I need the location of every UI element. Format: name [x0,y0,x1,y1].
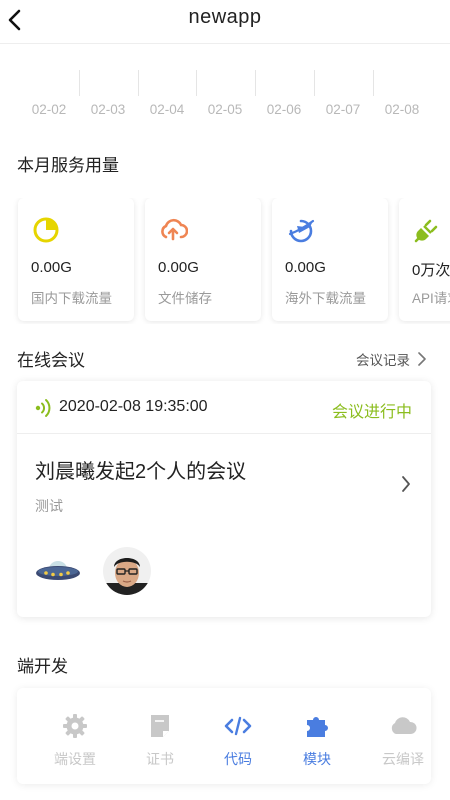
chart-date-label: 02-03 [90,102,126,117]
chevron-right-icon [402,476,410,492]
dev-item-label: 代码 [224,751,252,767]
code-icon [224,716,252,736]
meeting-records-link[interactable]: 会议记录 [356,349,426,369]
meeting-subtitle: 测试 [35,498,63,514]
meeting-time: 2020-02-08 19:35:00 [59,398,208,415]
dev-item-label: 云编译 [382,751,424,767]
usage-label: 海外下载流量 [285,291,366,306]
chart-date-label: 02-04 [149,102,185,117]
chart-date-label: 02-02 [31,102,67,117]
cloud-icon [391,717,417,734]
chart-gridline [255,70,256,96]
cloud-upload-icon [161,218,188,241]
meeting-section-title: 在线会议 [17,351,85,370]
signal-icon [35,399,51,417]
usage-value: 0万次 [412,262,450,279]
ufo-icon [34,547,82,595]
dev-item-label: 端设置 [54,751,96,767]
dev-toolbar: 端设置 证书 代码 模块 云编译 [17,688,431,784]
meeting-title: 刘晨曦发起2个人的会议 [35,461,247,483]
chart-date-label: 02-07 [325,102,361,117]
chart-gridline [79,70,80,96]
usage-card-domestic-download[interactable]: 0.00G 国内下载流量 [18,198,134,321]
plug-icon [414,219,438,243]
chart-date-label: 02-05 [207,102,243,117]
dev-item-certificate[interactable]: 证书 [125,712,195,769]
dev-item-settings[interactable]: 端设置 [40,712,110,769]
person-avatar[interactable] [103,547,151,595]
chart-gridline [138,70,139,96]
dev-item-label: 模块 [303,751,331,767]
chart-gridline [373,70,374,96]
chart-gridline [314,70,315,96]
meeting-status: 会议进行中 [331,404,412,421]
certificate-icon [151,715,169,737]
person-photo [103,547,151,595]
usage-value: 0.00G [285,259,326,276]
globe-plane-icon [288,219,315,243]
ufo-avatar[interactable] [34,547,82,595]
top-bar: newapp [0,0,450,44]
usage-value: 0.00G [31,259,72,276]
pie-chart-icon [33,217,59,243]
usage-label: 国内下载流量 [31,291,112,306]
usage-label: API请求 [412,291,450,306]
page-title: newapp [188,6,262,28]
dev-item-code[interactable]: 代码 [203,712,273,769]
usage-card-file-storage[interactable]: 0.00G 文件储存 [145,198,261,321]
usage-label: 文件储存 [158,291,212,306]
meeting-card: 2020-02-08 19:35:00 会议进行中 刘晨曦发起2个人的会议 测试 [17,381,431,617]
date-chart: 02-02 02-03 02-04 02-05 02-06 02-07 02-0… [0,70,450,122]
dev-item-label: 证书 [146,751,174,767]
chart-gridline [196,70,197,96]
meeting-card-header: 2020-02-08 19:35:00 会议进行中 [17,381,431,434]
dev-item-module[interactable]: 模块 [282,712,352,769]
chart-date-label: 02-08 [384,102,420,117]
usage-card-api-requests[interactable]: 0万次 API请求 [399,198,450,321]
chevron-right-icon [418,352,426,366]
usage-card-overseas-download[interactable]: 0.00G 海外下载流量 [272,198,388,321]
meeting-detail-link[interactable]: 刘晨曦发起2个人的会议 测试 [17,435,431,531]
usage-cards: 0.00G 国内下载流量 0.00G 文件储存 0.00G 海外下载流量 0万次… [0,198,450,324]
puzzle-icon [307,717,328,737]
dev-section-title: 端开发 [17,657,68,676]
usage-section-title: 本月服务用量 [17,156,119,175]
gear-icon [63,714,87,738]
dev-item-cloud-build[interactable]: 云编译 [368,712,438,769]
usage-value: 0.00G [158,259,199,276]
meeting-records-label: 会议记录 [356,353,410,368]
chart-date-label: 02-06 [266,102,302,117]
